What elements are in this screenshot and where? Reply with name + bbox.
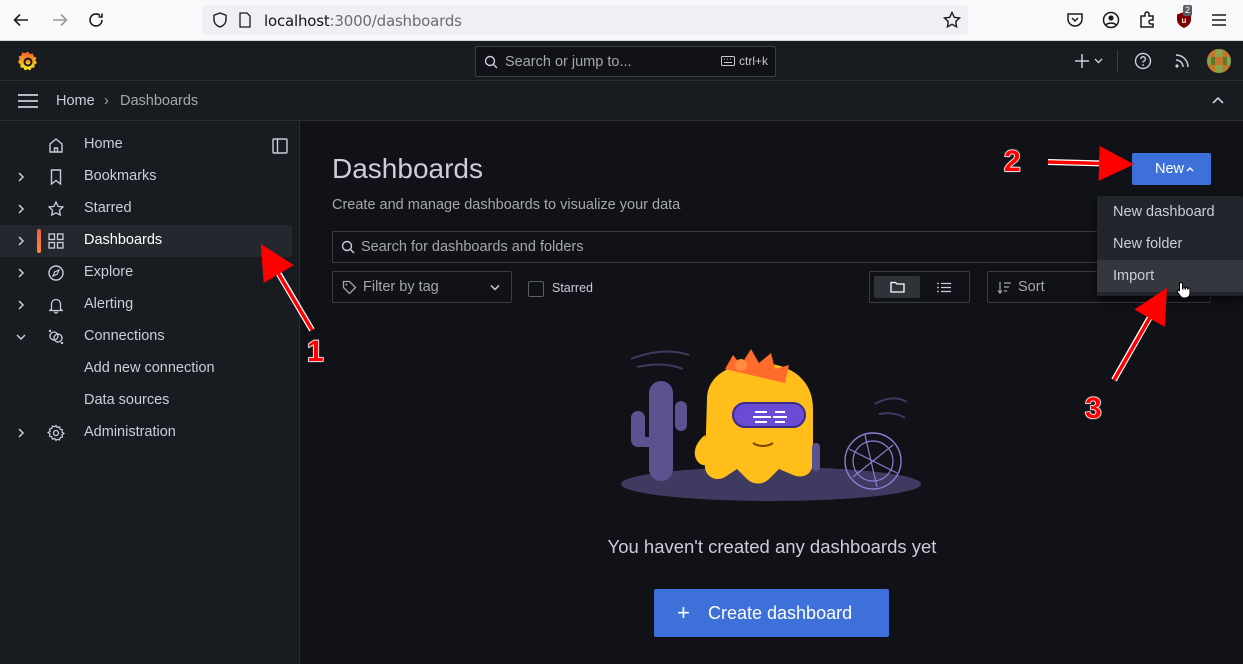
arrow-2: [1047, 145, 1134, 181]
annotation-step-2: 2: [1003, 144, 1021, 179]
annotation-step-1: 1: [306, 334, 324, 369]
annotation-arrows: [260, 145, 1167, 382]
annotation-step-3: 3: [1084, 391, 1102, 426]
arrow-1: [260, 243, 315, 332]
arrow-3: [1111, 287, 1167, 382]
